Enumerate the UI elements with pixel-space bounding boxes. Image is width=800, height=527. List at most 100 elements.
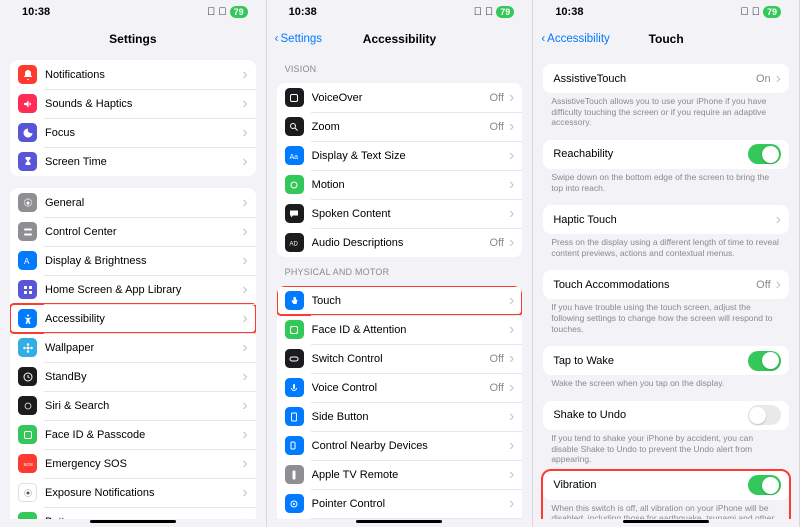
sos-icon: SOS — [18, 454, 37, 473]
chevron-left-icon: ‹ — [541, 33, 545, 45]
faceid-icon — [18, 425, 37, 444]
row-emergency-sos[interactable]: SOSEmergency SOS› — [10, 449, 256, 478]
siri-icon — [18, 396, 37, 415]
row-control-center[interactable]: Control Center › — [10, 217, 256, 246]
row-accessibility[interactable]: Accessibility› — [10, 304, 256, 333]
label: StandBy — [45, 371, 237, 383]
row-sounds-haptics[interactable]: Sounds & Haptics› — [10, 89, 256, 118]
back-button[interactable]: ‹Accessibility — [541, 33, 609, 45]
nav-bar: Settings — [0, 24, 266, 54]
row-display-brightness[interactable]: ADisplay & Brightness› — [10, 246, 256, 275]
row-assistive-touch[interactable]: AssistiveTouchOn› — [543, 64, 789, 93]
value: Off — [490, 382, 504, 394]
row-zoom[interactable]: ZoomOff› — [277, 112, 523, 141]
row-focus[interactable]: Focus› — [10, 118, 256, 147]
value: On — [756, 73, 771, 85]
row-home-screen[interactable]: Home Screen & App Library› — [10, 275, 256, 304]
toggle-shake-to-undo[interactable] — [748, 405, 781, 425]
row-reachability[interactable]: Reachability — [543, 140, 789, 169]
row-touch-accommodations[interactable]: Touch AccommodationsOff› — [543, 270, 789, 299]
row-haptic-touch[interactable]: Haptic Touch› — [543, 205, 789, 234]
row-switch-control[interactable]: Switch ControlOff› — [277, 344, 523, 373]
row-exposure[interactable]: Exposure Notifications› — [10, 478, 256, 507]
home-indicator[interactable] — [356, 520, 442, 524]
faceid-icon — [285, 320, 304, 339]
battery-badge: 79 — [230, 6, 248, 18]
side-button-icon — [285, 407, 304, 426]
row-motion[interactable]: Motion› — [277, 170, 523, 199]
label: Switch Control — [312, 353, 486, 365]
footer-shake: If you tend to shake your iPhone by acci… — [543, 430, 789, 471]
chevron-icon: › — [242, 397, 247, 415]
row-apple-tv-remote[interactable]: Apple TV Remote› — [277, 460, 523, 489]
page-title: Settings — [109, 32, 156, 46]
row-display-text-size[interactable]: AaDisplay & Text Size› — [277, 141, 523, 170]
row-audio-descriptions[interactable]: ADAudio DescriptionsOff› — [277, 228, 523, 257]
row-wallpaper[interactable]: Wallpaper› — [10, 333, 256, 362]
toggle-reachability[interactable] — [748, 144, 781, 164]
chevron-icon: › — [242, 252, 247, 270]
nav-bar: ‹Settings Accessibility — [267, 24, 533, 54]
status-right: 􀙇 􀙈 79 — [474, 6, 515, 18]
row-general[interactable]: General› — [10, 188, 256, 217]
settings-list[interactable]: Notifications› Sounds & Haptics› Focus› … — [0, 54, 266, 519]
clock-icon — [18, 367, 37, 386]
row-notifications[interactable]: Notifications› — [10, 60, 256, 89]
value: Off — [756, 279, 770, 291]
row-side-button[interactable]: Side Button› — [277, 402, 523, 431]
bell-icon — [18, 65, 37, 84]
label: Tap to Wake — [553, 355, 748, 367]
group-accom: Touch AccommodationsOff› — [543, 270, 789, 299]
group-general: General› Control Center› ADisplay & Brig… — [10, 188, 256, 519]
label: Face ID & Passcode — [45, 429, 237, 441]
row-screen-time[interactable]: Screen Time› — [10, 147, 256, 176]
hourglass-icon — [18, 152, 37, 171]
toggle-tap-to-wake[interactable] — [748, 351, 781, 371]
row-nearby-devices[interactable]: Control Nearby Devices› — [277, 431, 523, 460]
home-indicator[interactable] — [623, 520, 709, 524]
svg-text:AD: AD — [290, 241, 299, 247]
battery-badge: 79 — [763, 6, 781, 18]
footer-accom: If you have trouble using the touch scre… — [543, 299, 789, 340]
row-vibration[interactable]: Vibration — [543, 471, 789, 500]
accessibility-list[interactable]: VISION VoiceOverOff› ZoomOff› AaDisplay … — [267, 54, 533, 519]
status-bar: 10:38 􀙇 􀙈 79 — [267, 0, 533, 24]
label: Control Center — [45, 226, 237, 238]
accessibility-pane: 10:38 􀙇 􀙈 79 ‹Settings Accessibility VIS… — [267, 0, 534, 527]
label: Spoken Content — [312, 208, 504, 220]
row-voice-control[interactable]: Voice ControlOff› — [277, 373, 523, 402]
wifi-icon: 􀙈 — [752, 6, 760, 18]
row-battery[interactable]: Battery› — [10, 507, 256, 519]
flower-icon — [18, 338, 37, 357]
toggle-vibration[interactable] — [748, 475, 781, 495]
row-faceid[interactable]: Face ID & Passcode› — [10, 420, 256, 449]
chevron-icon: › — [509, 205, 514, 223]
text-icon: Aa — [285, 146, 304, 165]
chevron-icon: › — [509, 495, 514, 513]
group-tap: Tap to Wake — [543, 346, 789, 375]
row-pointer-control[interactable]: Pointer Control› — [277, 489, 523, 518]
motion-icon — [285, 175, 304, 194]
touch-list[interactable]: AssistiveTouchOn› AssistiveTouch allows … — [533, 54, 799, 519]
label: Zoom — [312, 121, 486, 133]
footer-assistive: AssistiveTouch allows you to use your iP… — [543, 93, 789, 134]
label: Display & Brightness — [45, 255, 237, 267]
nav-bar: ‹Accessibility Touch — [533, 24, 799, 54]
back-button[interactable]: ‹Settings — [275, 33, 322, 45]
row-siri[interactable]: Siri & Search› — [10, 391, 256, 420]
row-touch[interactable]: Touch› — [277, 286, 523, 315]
row-spoken-content[interactable]: Spoken Content › — [277, 199, 523, 228]
row-standby[interactable]: StandBy› — [10, 362, 256, 391]
row-shake-to-undo[interactable]: Shake to Undo — [543, 401, 789, 430]
chevron-icon: › — [242, 95, 247, 113]
group-vision: VoiceOverOff› ZoomOff› AaDisplay & Text … — [277, 83, 523, 257]
label: Vibration — [553, 479, 748, 491]
signal-icon: 􀙇 — [474, 6, 482, 18]
home-indicator[interactable] — [90, 520, 176, 524]
chevron-icon: › — [776, 276, 781, 294]
pointer-icon — [285, 494, 304, 513]
row-faceid-attention[interactable]: Face ID & Attention› — [277, 315, 523, 344]
row-tap-to-wake[interactable]: Tap to Wake — [543, 346, 789, 375]
row-voiceover[interactable]: VoiceOverOff› — [277, 83, 523, 112]
chevron-icon: › — [242, 223, 247, 241]
